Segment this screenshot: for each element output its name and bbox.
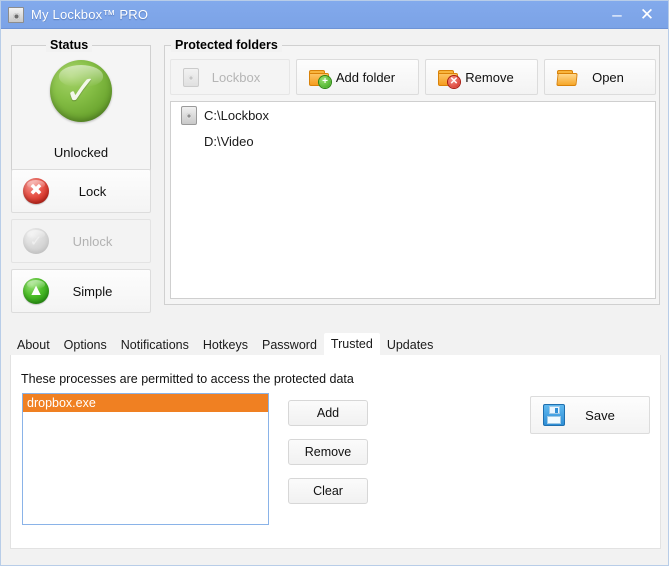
folder-body — [556, 72, 578, 86]
red-x-circle-icon: ✖ — [23, 178, 49, 204]
trusted-hint-label: These processes are permitted to access … — [21, 372, 354, 386]
folder-add-icon: + — [309, 69, 331, 88]
lock-button[interactable]: ✖ Lock — [11, 169, 151, 213]
folder-remove-icon: ✕ — [438, 69, 460, 88]
save-button-label: Save — [585, 407, 615, 423]
protected-folders-group: Protected folders Lockbox + Add folder ✕… — [164, 38, 660, 305]
check-glyph: ✓ — [29, 232, 43, 250]
tab-options[interactable]: Options — [57, 335, 114, 355]
protected-folders-caption: Protected folders — [171, 38, 282, 52]
x-badge: ✕ — [448, 75, 460, 88]
list-item[interactable]: C:\Lockbox — [171, 102, 655, 128]
simple-button-label: Simple — [72, 283, 113, 299]
tab-bar: About Options Notifications Hotkeys Pass… — [10, 333, 661, 355]
plus-badge: + — [319, 75, 331, 88]
folder-path: D:\Video — [204, 133, 254, 149]
status-group-caption: Status — [46, 38, 93, 52]
remove-folder-button[interactable]: ✕ Remove — [425, 59, 538, 95]
tab-notifications[interactable]: Notifications — [114, 335, 196, 355]
add-folder-button[interactable]: + Add folder — [296, 59, 419, 95]
status-state-label: Unlocked — [53, 145, 109, 160]
lockbox-icon — [183, 67, 199, 87]
green-up-arrow-circle-icon: ▲ — [23, 278, 49, 304]
remove-process-button[interactable]: Remove — [288, 439, 368, 465]
floppy-shutter — [549, 406, 560, 414]
simple-button[interactable]: ▲ Simple — [11, 269, 151, 313]
tab-hotkeys[interactable]: Hotkeys — [196, 335, 255, 355]
unlock-button[interactable]: ✓ Unlock — [11, 219, 151, 263]
trusted-tab-panel: These processes are permitted to access … — [10, 355, 661, 549]
lockbox-button[interactable]: Lockbox — [170, 59, 290, 95]
status-icon-wrap: ✓ — [12, 60, 150, 122]
lockbox-icon — [181, 105, 197, 125]
title-bar: My Lockbox™ PRO – ✕ — [1, 1, 668, 29]
unlock-button-label: Unlock — [72, 233, 113, 249]
up-arrow-glyph: ▲ — [28, 282, 44, 299]
open-folder-button[interactable]: Open — [544, 59, 656, 95]
app-icon — [8, 6, 24, 23]
app-window: My Lockbox™ PRO – ✕ Status ✓ Unlocked ✖ … — [0, 0, 669, 566]
add-folder-button-label: Add folder — [335, 69, 396, 85]
floppy-label — [547, 416, 561, 424]
grey-check-circle-icon: ✓ — [23, 228, 49, 254]
floppy-disk-icon — [543, 404, 565, 426]
add-process-button[interactable]: Add — [288, 400, 368, 426]
tab-trusted[interactable]: Trusted — [323, 333, 380, 355]
close-button[interactable]: ✕ — [632, 1, 662, 28]
folder-open-icon — [556, 69, 578, 86]
tab-updates[interactable]: Updates — [380, 335, 441, 355]
lock-button-label: Lock — [78, 183, 107, 199]
green-check-circle-icon: ✓ — [50, 60, 112, 122]
folder-path: C:\Lockbox — [204, 107, 270, 123]
minimize-button[interactable]: – — [602, 1, 632, 28]
save-button[interactable]: Save — [530, 396, 650, 434]
remove-folder-button-label: Remove — [465, 69, 514, 85]
trusted-processes-list[interactable]: dropbox.exe — [22, 393, 269, 525]
status-group: Status ✓ Unlocked — [11, 38, 151, 172]
x-glyph: ✖ — [29, 182, 43, 199]
check-glyph: ✓ — [64, 69, 98, 113]
open-folder-button-label: Open — [592, 69, 624, 85]
tab-about[interactable]: About — [10, 335, 57, 355]
list-item[interactable]: dropbox.exe — [23, 394, 268, 412]
clear-processes-button[interactable]: Clear — [288, 478, 368, 504]
list-item[interactable]: D:\Video — [171, 128, 655, 154]
tab-password[interactable]: Password — [255, 335, 324, 355]
protected-folders-list[interactable]: C:\Lockbox D:\Video — [170, 101, 656, 299]
window-title: My Lockbox™ PRO — [31, 7, 149, 22]
lockbox-button-label: Lockbox — [211, 69, 261, 85]
